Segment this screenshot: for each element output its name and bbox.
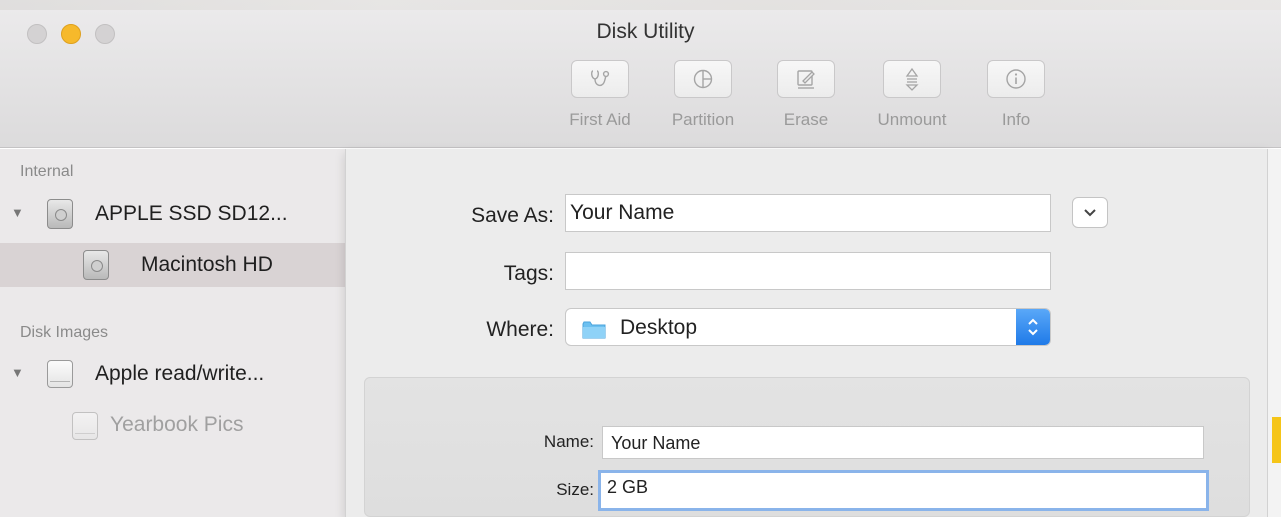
folder-icon <box>582 321 606 339</box>
sidebar-item-macintosh-hd[interactable]: Macintosh HD <box>0 243 345 287</box>
chevron-down-icon <box>1084 208 1096 216</box>
info-tool[interactable]: Info <box>972 60 1060 130</box>
size-input[interactable]: 2 GB <box>598 470 1209 511</box>
tags-label: Tags: <box>503 262 554 285</box>
info-button[interactable] <box>987 60 1045 98</box>
partition-label: Partition <box>671 110 735 129</box>
info-label: Info <box>1001 110 1031 129</box>
background-highlight <box>1272 417 1281 463</box>
tags-input[interactable] <box>565 252 1051 290</box>
erase-button[interactable] <box>777 60 835 98</box>
hard-drive-icon <box>83 250 109 280</box>
disk-image-icon <box>72 412 98 440</box>
disk-image-icon <box>47 360 73 388</box>
hard-drive-icon <box>47 199 73 229</box>
size-label: Size: <box>556 480 594 499</box>
unmount-icon <box>905 67 919 91</box>
first-aid-tool[interactable]: First Aid <box>556 60 644 130</box>
partition-tool[interactable]: Partition <box>659 60 747 130</box>
erase-tool[interactable]: Erase <box>762 60 850 130</box>
sidebar: Internal ▼ APPLE SSD SD12... Macintosh H… <box>0 149 345 517</box>
sidebar-item-label: Apple read/write... <box>95 362 265 385</box>
unmount-button[interactable] <box>883 60 941 98</box>
window-title-container: Disk Utility <box>0 20 1281 44</box>
window-titlebar: Disk Utility First Aid Partition Erase U… <box>0 0 1281 148</box>
erase-pencil-icon <box>797 70 815 89</box>
sidebar-item-apple-ssd[interactable]: ▼ APPLE SSD SD12... <box>0 192 345 236</box>
first-aid-label: First Aid <box>569 110 631 129</box>
disk-images-section-header: Disk Images <box>20 324 109 341</box>
sidebar-item-apple-read-write[interactable]: ▼ Apple read/write... <box>0 352 345 396</box>
window-title: Disk Utility <box>596 20 695 43</box>
name-input[interactable]: Your Name <box>602 426 1204 459</box>
background-strip <box>0 0 1281 10</box>
sidebar-item-label: APPLE SSD SD12... <box>95 202 288 225</box>
sidebar-item-yearbook-pics[interactable]: Yearbook Pics <box>0 405 345 449</box>
where-popup-button[interactable]: Desktop <box>565 308 1051 346</box>
save-as-input[interactable]: Your Name <box>565 194 1051 232</box>
info-icon <box>1006 69 1026 89</box>
sidebar-item-label: Macintosh HD <box>141 253 273 276</box>
unmount-label: Unmount <box>877 110 947 129</box>
where-value: Desktop <box>620 316 698 339</box>
internal-section-header: Internal <box>20 163 74 180</box>
where-label: Where: <box>486 318 554 341</box>
first-aid-button[interactable] <box>571 60 629 98</box>
unmount-tool[interactable]: Unmount <box>868 60 956 130</box>
partition-button[interactable] <box>674 60 732 98</box>
erase-label: Erase <box>783 110 829 129</box>
partition-pie-icon <box>693 69 713 89</box>
background-window-edge <box>1268 149 1281 517</box>
sidebar-item-label: Yearbook Pics <box>110 413 244 436</box>
name-label: Name: <box>543 432 594 451</box>
stethoscope-icon <box>590 70 610 87</box>
up-down-chevron-icon <box>1028 318 1038 336</box>
popup-stepper[interactable] <box>1016 309 1050 345</box>
disclosure-triangle-icon[interactable]: ▼ <box>11 365 24 380</box>
save-as-label: Save As: <box>471 204 554 227</box>
expand-sheet-button[interactable] <box>1072 197 1108 228</box>
disclosure-triangle-icon[interactable]: ▼ <box>11 205 24 220</box>
